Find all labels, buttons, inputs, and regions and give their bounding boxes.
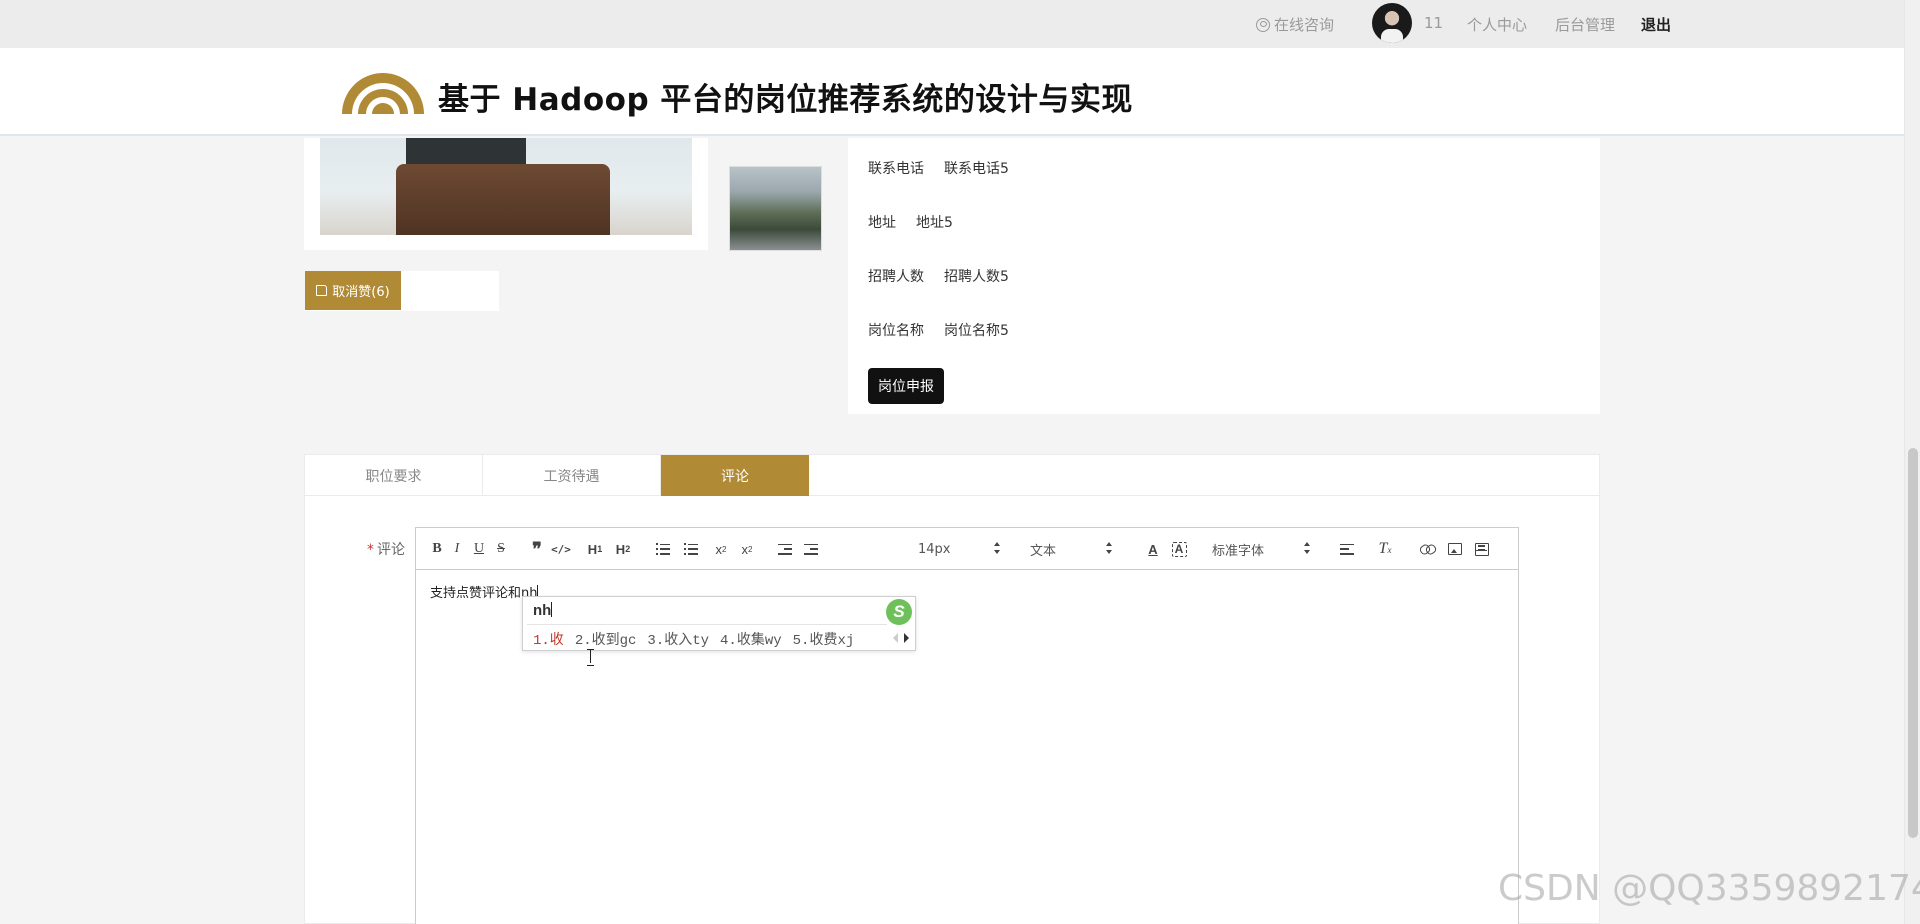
comment-field-label: * 评论 bbox=[367, 539, 405, 559]
tab-bar: 职位要求 工资待遇 评论 bbox=[305, 455, 1599, 496]
select-arrows-icon bbox=[994, 542, 1000, 556]
detail-row-position-name: 岗位名称 岗位名称5 bbox=[868, 320, 1009, 340]
outdent-icon[interactable] bbox=[774, 538, 796, 560]
detail-value: 地址5 bbox=[916, 215, 953, 231]
ime-candidate[interactable]: 4.收集wy bbox=[720, 629, 782, 649]
heading-1-icon[interactable]: H1 bbox=[584, 538, 606, 560]
ime-candidate-list: 1.收 2.收到gc 3.收入ty 4.收集wy 5.收费xj bbox=[533, 629, 854, 649]
superscript-icon[interactable]: x2 bbox=[736, 538, 758, 560]
thumbs-up-icon bbox=[316, 285, 328, 296]
align-icon[interactable] bbox=[1336, 538, 1358, 560]
detail-label: 联系电话 bbox=[868, 161, 924, 177]
link-icon[interactable] bbox=[1416, 538, 1438, 560]
personal-center-link[interactable]: 个人中心 bbox=[1467, 14, 1527, 35]
bullet-list-icon[interactable] bbox=[680, 538, 702, 560]
blockquote-icon[interactable]: ❞ bbox=[526, 538, 548, 560]
logout-link[interactable]: 退出 bbox=[1641, 14, 1671, 35]
watermark: CSDN @QQ3359892174 bbox=[1498, 868, 1920, 909]
font-size-value: 14px bbox=[918, 541, 951, 557]
text-cursor-icon bbox=[587, 649, 594, 666]
job-details-panel: 联系电话 联系电话5 地址 地址5 招聘人数 招聘人数5 岗位名称 岗位名称5 岗位申报 bbox=[848, 138, 1600, 414]
ime-next-page-icon[interactable] bbox=[904, 633, 909, 643]
page-scrollbar[interactable] bbox=[1904, 0, 1920, 924]
code-block-icon[interactable]: </> bbox=[550, 538, 572, 560]
apply-position-button[interactable]: 岗位申报 bbox=[868, 368, 944, 404]
detail-value: 岗位名称5 bbox=[944, 323, 1009, 339]
logo-icon[interactable] bbox=[338, 62, 428, 118]
ime-prev-page-icon[interactable] bbox=[893, 633, 898, 643]
tab-job-requirements[interactable]: 职位要求 bbox=[305, 455, 483, 496]
italic-icon[interactable]: I bbox=[446, 538, 468, 560]
admin-link[interactable]: 后台管理 bbox=[1555, 14, 1615, 35]
font-family-select[interactable]: 标准字体 bbox=[1212, 538, 1310, 560]
font-size-select[interactable]: 14px bbox=[918, 538, 1000, 560]
unlike-button-label: 取消赞(6) bbox=[332, 285, 390, 300]
job-main-image bbox=[320, 138, 692, 235]
online-consult-label: 在线咨询 bbox=[1274, 16, 1335, 34]
site-title: 基于 Hadoop 平台的岗位推荐系统的设计与实现 bbox=[438, 82, 1133, 118]
ime-pinyin-text: nh bbox=[533, 602, 552, 619]
comment-label-text: 评论 bbox=[377, 542, 405, 558]
ime-composition: nh bbox=[533, 602, 553, 619]
background-color-icon[interactable]: A bbox=[1168, 538, 1190, 560]
detail-row-headcount: 招聘人数 招聘人数5 bbox=[868, 266, 1009, 286]
detail-label: 岗位名称 bbox=[868, 323, 924, 339]
indent-icon[interactable] bbox=[800, 538, 822, 560]
ime-caret bbox=[551, 602, 553, 617]
clear-format-icon[interactable]: Tx bbox=[1374, 538, 1396, 560]
user-id[interactable]: 11 bbox=[1424, 14, 1443, 32]
ime-candidate-popup: nh S 1.收 2.收到gc 3.收入ty 4.收集wy 5.收费xj bbox=[522, 596, 916, 651]
detail-row-address: 地址 地址5 bbox=[868, 212, 953, 232]
ime-candidate[interactable]: 2.收到gc bbox=[575, 629, 637, 649]
underline-icon[interactable]: U bbox=[468, 538, 490, 560]
strikethrough-icon[interactable]: S bbox=[490, 538, 512, 560]
like-area: 取消赞(6) bbox=[305, 271, 499, 311]
bold-icon[interactable]: B bbox=[426, 538, 448, 560]
ime-candidate[interactable]: 1.收 bbox=[533, 629, 564, 649]
unlike-button[interactable]: 取消赞(6) bbox=[305, 271, 401, 310]
top-utility-bar: 在线咨询 11 个人中心 后台管理 退出 bbox=[0, 0, 1904, 48]
ime-candidate[interactable]: 3.收入ty bbox=[647, 629, 709, 649]
ime-page-nav bbox=[893, 633, 909, 643]
editor-toolbar: B I U S ❞ </> H1 H2 x2 x2 14px 文本 A A 标准… bbox=[416, 528, 1518, 570]
text-color-icon[interactable]: A bbox=[1142, 538, 1164, 560]
detail-row-phone: 联系电话 联系电话5 bbox=[868, 158, 1009, 178]
site-header: 基于 Hadoop 平台的岗位推荐系统的设计与实现 bbox=[0, 48, 1904, 136]
heading-2-icon[interactable]: H2 bbox=[612, 538, 634, 560]
tab-comments[interactable]: 评论 bbox=[661, 455, 809, 496]
ime-divider bbox=[527, 624, 887, 625]
scrollbar-thumb[interactable] bbox=[1908, 448, 1918, 838]
tab-salary-benefits[interactable]: 工资待遇 bbox=[483, 455, 661, 496]
font-family-value: 标准字体 bbox=[1212, 543, 1265, 559]
headset-icon bbox=[1256, 17, 1270, 32]
subscript-icon[interactable]: x2 bbox=[710, 538, 732, 560]
detail-value: 联系电话5 bbox=[944, 161, 1009, 177]
rich-text-editor: B I U S ❞ </> H1 H2 x2 x2 14px 文本 A A 标准… bbox=[415, 527, 1519, 924]
job-thumbnail-image[interactable] bbox=[729, 166, 822, 251]
detail-label: 地址 bbox=[868, 215, 896, 231]
detail-label: 招聘人数 bbox=[868, 269, 924, 285]
block-format-value: 文本 bbox=[1030, 543, 1057, 559]
ordered-list-icon[interactable] bbox=[652, 538, 674, 560]
detail-value: 招聘人数5 bbox=[944, 269, 1009, 285]
ime-logo-icon: S bbox=[886, 599, 912, 625]
ime-candidate[interactable]: 5.收费xj bbox=[793, 629, 855, 649]
main-image-card bbox=[304, 138, 708, 250]
avatar[interactable] bbox=[1372, 3, 1412, 43]
image-icon[interactable] bbox=[1444, 538, 1466, 560]
video-icon[interactable] bbox=[1471, 538, 1493, 560]
select-arrows-icon bbox=[1304, 542, 1310, 556]
select-arrows-icon bbox=[1106, 542, 1112, 556]
block-format-select[interactable]: 文本 bbox=[1030, 538, 1112, 560]
detail-tabs-card: 职位要求 工资待遇 评论 * 评论 B I U S ❞ </> H1 H2 x2 … bbox=[304, 454, 1600, 924]
online-consult-link[interactable]: 在线咨询 bbox=[1256, 14, 1334, 35]
required-mark: * bbox=[367, 542, 374, 558]
